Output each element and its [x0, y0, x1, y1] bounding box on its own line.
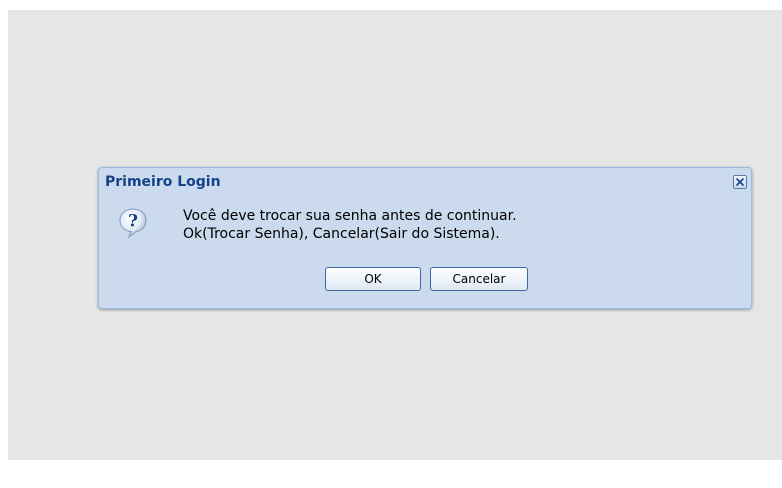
cancel-button[interactable]: Cancelar — [430, 267, 528, 291]
message-line-1: Você deve trocar sua senha antes de cont… — [183, 208, 517, 224]
close-button[interactable] — [733, 175, 747, 189]
message-line-2: Ok(Trocar Senha), Cancelar(Sair do Siste… — [183, 226, 500, 242]
question-icon: ? — [119, 208, 147, 239]
svg-text:?: ? — [128, 212, 138, 232]
page-background: Primeiro Login ? Você deve trocar sua se… — [8, 10, 782, 460]
dialog-header[interactable]: Primeiro Login — [99, 168, 751, 198]
dialog-title: Primeiro Login — [105, 174, 221, 190]
close-icon — [736, 178, 744, 186]
dialog-message: Você deve trocar sua senha antes de cont… — [183, 207, 517, 243]
first-login-dialog: Primeiro Login ? Você deve trocar sua se… — [98, 167, 752, 309]
ok-button[interactable]: OK — [325, 267, 421, 291]
